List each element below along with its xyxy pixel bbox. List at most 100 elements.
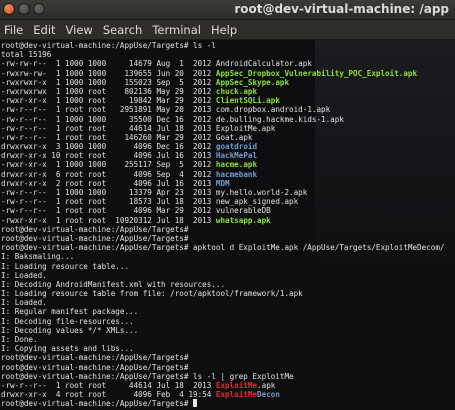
maximize-window-button[interactable]	[33, 3, 45, 15]
menu-file[interactable]: File	[0, 23, 28, 37]
terminal-line: -rwxrwxrwx 1 1000 root 802136 May 29 201…	[1, 87, 444, 96]
terminal-text-segment: vulnerableDB	[215, 206, 271, 216]
terminal-text-segment: I: Loading resource table...	[1, 261, 130, 271]
terminal-line: drwxr-xr-x 6 root root 4096 Sep 4 2012 h…	[1, 170, 444, 179]
terminal-text-segment: HackMePal	[215, 151, 258, 161]
terminal-text-segment: Decon	[257, 390, 280, 400]
terminal-text-segment: I: Loaded.	[1, 270, 47, 280]
terminal-line: total 15196	[1, 50, 444, 59]
terminal-text-segment: -rw-r--r-- 1 root root 2951891 May 20 20…	[1, 105, 216, 115]
terminal-line: -rwxr-xr-x 1 1000 root 19842 Mar 29 2012…	[1, 96, 444, 105]
text-cursor	[193, 399, 198, 408]
terminal-text-segment: I: Copying assets and libs...	[1, 344, 134, 354]
terminal-line: root@dev-virtual-machine:/AppUse/Targets…	[1, 41, 444, 50]
terminal-text-segment: -rw-r--r-- 1 root root 18573 Jul 18 2013	[1, 197, 216, 207]
terminal-text-segment: MDM	[215, 178, 230, 188]
terminal-text-segment: AndroidCalculator.apk	[215, 59, 312, 69]
terminal-text-segment: new_apk_signed.apk	[215, 197, 299, 207]
terminal-text-segment: AppSec_Dropbox_Vulnerability_POC_Exploit…	[215, 68, 418, 78]
terminal-text-segment: I: Decoding AndroidManifest.xml with res…	[1, 279, 226, 289]
terminal-text-segment: goatdroid	[215, 142, 258, 152]
terminal-line: -rw-r--r-- 1 root root 146260 Mar 29 201…	[1, 133, 444, 142]
terminal-line: drwxrwxr-x 3 1000 1000 4096 Dec 16 2012 …	[1, 142, 444, 151]
menu-view[interactable]: View	[61, 23, 98, 37]
menu-bar: File Edit View Search Terminal Help	[0, 20, 455, 40]
terminal-text-segment: -rw-r--r-- 1 1000 1000 35500 Dec 16 2012	[1, 114, 216, 124]
terminal-line: I: Decoding values */* XMLs...	[1, 326, 444, 335]
terminal-line: drwxr-xr-x 4 root root 4096 Feb 4 19:54 …	[1, 390, 444, 399]
terminal-text-segment: com.dropbox.android-1.apk	[215, 105, 331, 115]
terminal-line: root@dev-virtual-machine:/AppUse/Targets…	[1, 353, 444, 362]
terminal-line: I: Baksmaling...	[1, 252, 444, 261]
terminal-line: I: Decoding file-resources...	[1, 317, 444, 326]
terminal-line: -rw-r--r-- 1 root root 44614 Jul 18 2013…	[1, 381, 444, 390]
close-window-button[interactable]	[3, 3, 15, 15]
terminal-text-segment: -rwxrwxrwx 1 1000 root 802136 May 29 201…	[1, 86, 216, 96]
terminal-line: -rw-r--r-- 1 1000 1000 13379 Apr 23 2013…	[1, 188, 444, 197]
terminal-output-area[interactable]: root@dev-virtual-machine:/AppUse/Targets…	[0, 40, 455, 410]
terminal-text-segment: hacme.apk	[215, 160, 258, 170]
terminal-line: I: Done.	[1, 335, 444, 344]
terminal-text-segment: root@dev-virtual-machine:/AppUse/Targets…	[1, 399, 194, 409]
terminal-text-segment: root@dev-virtual-machine:/AppUse/Targets…	[1, 353, 189, 363]
window-controls	[3, 3, 45, 15]
menu-edit[interactable]: Edit	[28, 23, 60, 37]
terminal-line: -rw-r--r-- 1 root root 4096 Mar 29 2012 …	[1, 206, 444, 215]
terminal-text-segment: ClientSQLi.apk	[215, 96, 280, 106]
terminal-line: I: Copying assets and libs...	[1, 344, 444, 353]
terminal-text-segment: hacmebank	[215, 169, 258, 179]
terminal-line: root@dev-virtual-machine:/AppUse/Targets…	[1, 399, 444, 408]
terminal-text-segment: drwxr-xr-x 6 root root 4096 Sep 4 2012	[1, 169, 216, 179]
title-bar[interactable]: root@dev-virtual-machine: /app	[0, 0, 455, 20]
terminal-text-segment: I: Loading resource table from file: /ro…	[1, 289, 303, 299]
terminal-text-segment: AppSec_Skype.apk	[215, 77, 290, 87]
terminal-line: -rwxrwxr-x 1 1000 1000 155023 Sep 5 2012…	[1, 78, 444, 87]
terminal-text-segment: drwxr-xr-x 4 root root 4096 Feb 4 19:54	[1, 390, 216, 400]
terminal-line: root@dev-virtual-machine:/AppUse/Targets…	[1, 234, 444, 243]
terminal-text-segment: root@dev-virtual-machine:/AppUse/Targets…	[1, 233, 189, 243]
terminal-line: root@dev-virtual-machine:/AppUse/Targets…	[1, 372, 444, 381]
menu-search[interactable]: Search	[98, 23, 148, 37]
terminal-text-segment: -rw-r--r-- 1 root root 4096 Mar 29 2012	[1, 206, 216, 216]
terminal-text-segment: ExploitMe	[215, 390, 258, 400]
terminal-line: I: Decoding AndroidManifest.xml with res…	[1, 280, 444, 289]
terminal-text-segment: I: Baksmaling...	[1, 252, 75, 262]
terminal-text-segment: root@dev-virtual-machine:/AppUse/Targets…	[1, 362, 189, 372]
terminal-text-segment: drwxr-xr-x 10 root root 4096 Jul 16 2013	[1, 151, 216, 161]
terminal-text-segment: -rw-r--r-- 1 1000 1000 13379 Apr 23 2013	[1, 188, 216, 197]
window-title: root@dev-virtual-machine: /app	[234, 2, 449, 16]
terminal-text-segment: Goat.apk	[215, 132, 253, 142]
terminal-line: drwxr-xr-x 10 root root 4096 Jul 16 2013…	[1, 151, 444, 160]
terminal-text-segment: I: Regular manifest package...	[1, 307, 139, 317]
terminal-line: I: Regular manifest package...	[1, 307, 444, 316]
minimize-window-button[interactable]	[18, 3, 30, 15]
terminal-line: -rwxr-xr-x 1 root root 10920312 Jul 18 2…	[1, 216, 444, 225]
terminal-text-segment: root@dev-virtual-machine:/AppUse/Targets…	[1, 224, 189, 234]
terminal-text-segment: ExploitMe	[215, 380, 258, 390]
terminal-line: -rw-r--r-- 1 root root 2951891 May 20 20…	[1, 105, 444, 114]
terminal-line: root@dev-virtual-machine:/AppUse/Targets…	[1, 225, 444, 234]
menu-help[interactable]: Help	[206, 23, 242, 37]
terminal-text-segment: -rwxrw-rw- 1 1000 1000 139655 Jun 20 201…	[1, 68, 216, 78]
terminal-line: -rw-r--r-- 1 1000 1000 35500 Dec 16 2012…	[1, 115, 444, 124]
terminal-line: root@dev-virtual-machine:/AppUse/Targets…	[1, 243, 444, 252]
terminal-text-segment: I: Decoding values */* XMLs...	[1, 325, 139, 335]
terminal-text-segment: whatsapp.apk	[215, 215, 271, 225]
terminal-text-segment: .apk	[257, 380, 276, 390]
terminal-text-segment: -rw-r--r-- 1 root root 44614 Jul 18 2013	[1, 123, 216, 133]
terminal-text-segment: -rwxr-xr-x 1 1000 1000 255117 Sep 5 2012	[1, 160, 216, 170]
terminal-text-segment: drwxr-xr-x 2 root root 4096 Jul 16 2013	[1, 178, 216, 188]
terminal-text-segment: root@dev-virtual-machine:/AppUse/Targets…	[1, 371, 294, 381]
terminal-text-segment: I: Decoding file-resources...	[1, 316, 134, 326]
terminal-text-segment: drwxrwxr-x 3 1000 1000 4096 Dec 16 2012	[1, 142, 216, 152]
terminal-window: root@dev-virtual-machine: /app File Edit…	[0, 0, 455, 410]
terminal-line: I: Loading resource table...	[1, 262, 444, 271]
terminal-line: -rw-r--r-- 1 root root 18573 Jul 18 2013…	[1, 197, 444, 206]
terminal-text-segment: chuck.apk	[215, 86, 258, 96]
menu-terminal[interactable]: Terminal	[147, 23, 206, 37]
terminal-line: I: Loaded.	[1, 298, 444, 307]
terminal-line: root@dev-virtual-machine:/AppUse/Targets…	[1, 363, 444, 372]
terminal-text-segment: ExploitMe.apk	[215, 123, 276, 133]
terminal-text-segment: I: Loaded.	[1, 298, 47, 308]
terminal-line: I: Loading resource table from file: /ro…	[1, 289, 444, 298]
